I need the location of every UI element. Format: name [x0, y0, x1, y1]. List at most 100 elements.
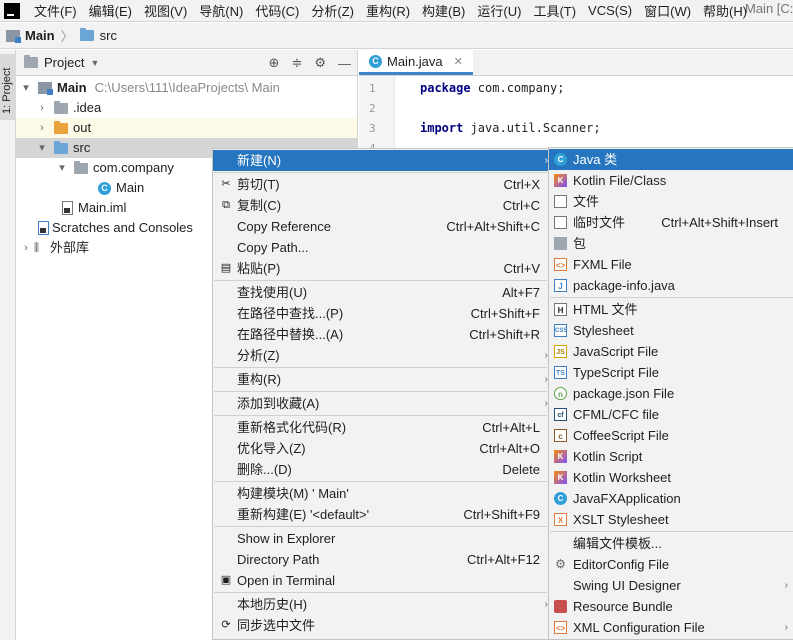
menu-refactor[interactable]: 重构(R) — [360, 1, 416, 20]
menu-item-copy-reference[interactable]: Copy Reference Ctrl+Alt+Shift+C — [213, 216, 548, 237]
submenu-item-typescript[interactable]: TS TypeScript File — [549, 362, 793, 383]
sync-icon: ⟳ — [221, 619, 231, 631]
menu-navigate[interactable]: 导航(N) — [193, 1, 249, 20]
menu-separator — [214, 172, 547, 173]
copy-icon: ⧉ — [222, 199, 230, 211]
expand-arrow-icon[interactable]: › — [34, 118, 50, 138]
menu-item-show-in-explorer[interactable]: Show in Explorer — [213, 528, 548, 549]
submenu-item-fxml[interactable]: <> FXML File — [549, 254, 793, 275]
menu-item-cut[interactable]: ✂ 剪切(T) Ctrl+X — [213, 174, 548, 195]
code-line[interactable]: import java.util.Scanner; — [420, 121, 601, 135]
tree-item-label: out — [73, 120, 92, 135]
hide-icon[interactable]: — — [338, 56, 351, 71]
tree-item-out[interactable]: › out — [16, 118, 357, 138]
locate-icon[interactable]: ⊕ — [269, 55, 280, 71]
menu-code[interactable]: 代码(C) — [249, 1, 305, 20]
submenu-item-package-info[interactable]: Jpackage-info.java — [549, 275, 793, 296]
submenu-item-stylesheet[interactable]: CSS Stylesheet — [549, 320, 793, 341]
menu-item-copy-path[interactable]: Copy Path... — [213, 237, 548, 258]
menu-tools[interactable]: 工具(T) — [527, 1, 582, 20]
menu-run[interactable]: 运行(U) — [471, 1, 527, 20]
kotlin-icon: K — [554, 174, 567, 187]
menu-item-open-in-terminal[interactable]: ▣ Open in Terminal — [213, 570, 548, 591]
menu-item-find-in-path[interactable]: 在路径中查找...(P) Ctrl+Shift+F — [213, 303, 548, 324]
menu-item-build-module[interactable]: 构建模块(M) ' Main' — [213, 483, 548, 504]
line-number: 3 — [369, 122, 376, 135]
submenu-item-javascript[interactable]: JS JavaScript File — [549, 341, 793, 362]
menu-edit[interactable]: 编辑(E) — [83, 1, 138, 20]
tree-item-label: src — [73, 140, 91, 155]
expand-arrow-icon[interactable]: › — [18, 238, 34, 258]
menu-item-analyze[interactable]: 分析(Z) › — [213, 345, 548, 366]
navigation-bar: Main 〉 src — [0, 23, 793, 49]
menu-item-refactor[interactable]: 重构(R) › — [213, 369, 548, 390]
menu-item-new[interactable]: 新建(N) › — [213, 150, 548, 171]
menu-vcs[interactable]: VCS(S) — [582, 3, 638, 18]
breadcrumb-folder[interactable]: src — [100, 28, 117, 43]
module-folder-icon — [6, 29, 21, 43]
menu-item-local-history[interactable]: 本地历史(H) › — [213, 594, 548, 615]
menu-item-sync-file[interactable]: ⟳ 同步选中文件 — [213, 615, 548, 636]
breadcrumb-project[interactable]: Main — [25, 28, 55, 43]
submenu-item-xslt[interactable]: X XSLT Stylesheet — [549, 509, 793, 530]
submenu-item-cfml[interactable]: cf CFML/CFC file — [549, 404, 793, 425]
expand-arrow-icon[interactable]: ▾ — [54, 158, 70, 178]
tree-item-label: Scratches and Consoles — [52, 220, 193, 235]
menu-build[interactable]: 构建(B) — [416, 1, 471, 20]
java-class-icon: C — [554, 153, 567, 166]
tab-label: Main.java — [387, 53, 443, 69]
menu-item-rebuild[interactable]: 重新构建(E) '<default>' Ctrl+Shift+F9 — [213, 504, 548, 525]
kotlin-script-icon: K — [554, 450, 567, 463]
submenu-item-html[interactable]: H HTML 文件 — [549, 299, 793, 320]
menu-separator — [550, 297, 793, 298]
submenu-item-kotlin-worksheet[interactable]: K Kotlin Worksheet — [549, 467, 793, 488]
expand-arrow-icon[interactable]: ▾ — [34, 138, 50, 158]
coffee-icon: c — [554, 429, 567, 442]
expand-arrow-icon[interactable]: ▾ — [18, 78, 34, 98]
tree-item-label: Main — [116, 180, 145, 195]
folder-blue-icon — [54, 140, 68, 154]
package-icon — [554, 237, 567, 250]
menu-item-add-to-favorites[interactable]: 添加到收藏(A) › — [213, 393, 548, 414]
submenu-item-kotlin-file[interactable]: K Kotlin File/Class — [549, 170, 793, 191]
submenu-item-resource-bundle[interactable]: Resource Bundle — [549, 596, 793, 617]
project-view-selector[interactable]: Project — [44, 55, 84, 70]
menu-item-find-usages[interactable]: 查找使用(U) Alt+F7 — [213, 282, 548, 303]
submenu-item-coffeescript[interactable]: c CoffeeScript File — [549, 425, 793, 446]
submenu-item-edit-templates[interactable]: 编辑文件模板... — [549, 533, 793, 554]
code-line[interactable]: package com.company; — [420, 81, 565, 95]
menu-analyze[interactable]: 分析(Z) — [305, 1, 360, 20]
close-icon[interactable]: ✕ — [454, 55, 463, 68]
ts-icon: TS — [554, 366, 567, 379]
submenu-item-swing-ui-designer[interactable]: Swing UI Designer › — [549, 575, 793, 596]
tree-item-idea[interactable]: › .idea — [16, 98, 357, 118]
menu-file[interactable]: 文件(F) — [28, 1, 83, 20]
project-tool-tab[interactable]: 1: Project — [0, 54, 16, 120]
chevron-down-icon[interactable]: ▼ — [90, 58, 99, 68]
submenu-item-xml-configuration[interactable]: <> XML Configuration File › — [549, 617, 793, 638]
tree-item-main-module[interactable]: ▾ Main C:\Users\111\IdeaProjects\ Main — [16, 78, 357, 98]
menu-item-delete[interactable]: 删除...(D) Delete — [213, 459, 548, 480]
submenu-item-java-class[interactable]: C Java 类 — [549, 149, 793, 170]
expand-arrow-icon[interactable]: › — [34, 98, 50, 118]
menu-view[interactable]: 视图(V) — [138, 1, 193, 20]
file-icon — [554, 195, 567, 208]
menu-item-reformat-code[interactable]: 重新格式化代码(R) Ctrl+Alt+L — [213, 417, 548, 438]
menu-item-replace-in-path[interactable]: 在路径中替换...(A) Ctrl+Shift+R — [213, 324, 548, 345]
gear-icon[interactable]: ⚙ — [314, 55, 326, 71]
submenu-item-editorconfig[interactable]: ⚙ EditorConfig File — [549, 554, 793, 575]
submenu-item-scratch-file[interactable]: 临时文件 Ctrl+Alt+Shift+Insert — [549, 212, 793, 233]
collapse-all-icon[interactable]: ≑ — [291, 55, 302, 71]
submenu-item-package[interactable]: 包 — [549, 233, 793, 254]
menu-window[interactable]: 窗口(W) — [638, 1, 697, 20]
menu-item-directory-path[interactable]: Directory Path Ctrl+Alt+F12 — [213, 549, 548, 570]
submenu-item-file[interactable]: 文件 — [549, 191, 793, 212]
submenu-item-package-json[interactable]: n package.json File — [549, 383, 793, 404]
menu-separator — [550, 531, 793, 532]
submenu-item-javafx[interactable]: C JavaFXApplication — [549, 488, 793, 509]
menu-item-copy[interactable]: ⧉ 复制(C) Ctrl+C — [213, 195, 548, 216]
tab-main-java[interactable]: C Main.java ✕ — [359, 50, 473, 75]
menu-item-optimize-imports[interactable]: 优化导入(Z) Ctrl+Alt+O — [213, 438, 548, 459]
menu-item-paste[interactable]: ▤ 粘贴(P) Ctrl+V — [213, 258, 548, 279]
submenu-item-kotlin-script[interactable]: K Kotlin Script — [549, 446, 793, 467]
